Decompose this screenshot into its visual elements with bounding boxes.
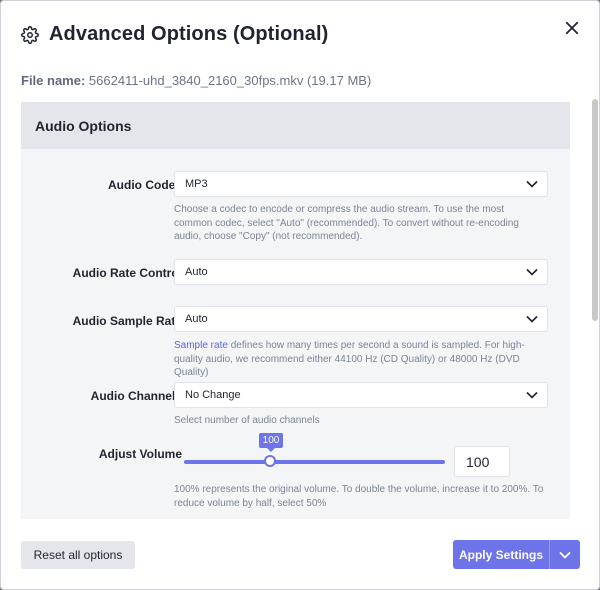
audio-sample-rate-help: Sample rate defines how many times per s… <box>174 339 544 380</box>
volume-slider-track[interactable] <box>184 460 445 464</box>
scrollbar[interactable] <box>591 1 599 589</box>
chevron-down-icon <box>559 551 571 559</box>
audio-codec-label: Audio Codec <box>108 178 182 192</box>
advanced-options-dialog: Advanced Options (Optional) File name: 5… <box>0 0 600 590</box>
chevron-down-icon <box>526 268 538 276</box>
apply-settings-button[interactable]: Apply Settings <box>453 540 549 569</box>
apply-settings-dropdown[interactable] <box>550 540 580 569</box>
audio-codec-select[interactable]: MP3 <box>174 171 548 197</box>
file-name-value: 5662411-uhd_3840_2160_30fps.mkv (19.17 M… <box>88 73 372 88</box>
audio-channels-help: Select number of audio channels <box>174 415 320 426</box>
audio-channels-label: Audio Channels <box>90 389 182 403</box>
audio-channels-select[interactable]: No Change <box>174 382 548 408</box>
audio-sample-rate-select[interactable]: Auto <box>174 306 548 332</box>
audio-rate-control-select[interactable]: Auto <box>174 259 548 285</box>
audio-rate-control-label: Audio Rate Control <box>72 266 182 280</box>
file-name-row: File name: 5662411-uhd_3840_2160_30fps.m… <box>21 73 371 88</box>
chevron-down-icon <box>526 180 538 188</box>
scrollbar-thumb[interactable] <box>592 99 598 321</box>
volume-slider-tooltip: 100 <box>259 433 283 452</box>
dialog-header: Advanced Options (Optional) <box>21 23 328 46</box>
gear-icon <box>21 25 39 44</box>
audio-channels-value: No Change <box>185 389 241 401</box>
audio-options-header: Audio Options <box>21 102 570 149</box>
file-name-label: File name: <box>21 73 86 88</box>
volume-slider-handle[interactable] <box>264 455 276 467</box>
adjust-volume-label: Adjust Volume <box>98 447 182 461</box>
audio-codec-value: MP3 <box>185 178 208 190</box>
adjust-volume-help: 100% represents the original volume. To … <box>174 484 544 509</box>
volume-input[interactable]: 100 <box>454 446 510 477</box>
audio-codec-help: Choose a codec to encode or compress the… <box>174 204 519 242</box>
sample-rate-link[interactable]: Sample rate <box>174 340 228 351</box>
dialog-title: Advanced Options (Optional) <box>49 23 329 45</box>
audio-sample-rate-label: Audio Sample Rate <box>72 314 182 328</box>
chevron-down-icon <box>526 391 538 399</box>
audio-sample-rate-value: Auto <box>185 313 208 325</box>
apply-settings-group: Apply Settings <box>453 540 580 569</box>
chevron-down-icon <box>526 315 538 323</box>
close-icon[interactable] <box>563 19 581 37</box>
reset-all-options-button[interactable]: Reset all options <box>21 541 135 569</box>
audio-rate-control-value: Auto <box>185 266 208 278</box>
